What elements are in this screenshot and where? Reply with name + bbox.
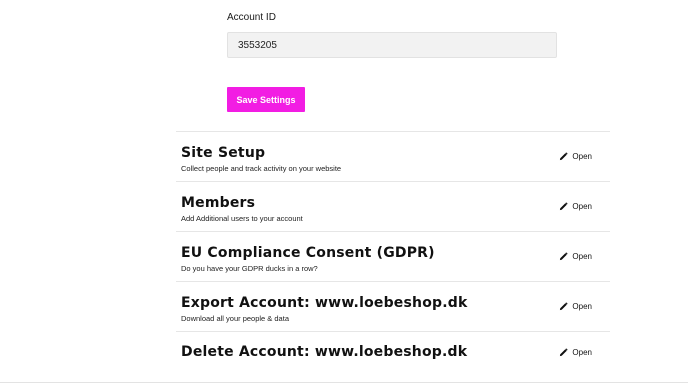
save-settings-button[interactable]: Save Settings bbox=[227, 87, 305, 112]
pencil-icon bbox=[560, 152, 569, 161]
pencil-icon bbox=[560, 202, 569, 211]
open-delete-button[interactable]: Open bbox=[559, 348, 592, 357]
pencil-icon bbox=[560, 302, 569, 311]
pencil-icon bbox=[560, 348, 569, 357]
open-members-button[interactable]: Open bbox=[559, 202, 592, 211]
section-description: Collect people and track activity on you… bbox=[181, 164, 342, 173]
footer-divider bbox=[0, 382, 688, 383]
section-export-account[interactable]: Export Account: www.loebeshop.dk Downloa… bbox=[176, 281, 610, 331]
pencil-icon bbox=[560, 252, 569, 261]
section-description: Do you have your GDPR ducks in a row? bbox=[181, 264, 318, 273]
section-description: Add Additional users to your account bbox=[181, 214, 303, 223]
account-id-input[interactable] bbox=[227, 32, 557, 58]
open-gdpr-button[interactable]: Open bbox=[559, 252, 592, 261]
account-id-label: Account ID bbox=[227, 12, 276, 23]
section-description: Download all your people & data bbox=[181, 314, 289, 323]
section-title: Export Account: www.loebeshop.dk bbox=[181, 295, 468, 311]
open-export-button[interactable]: Open bbox=[559, 302, 592, 311]
open-label: Open bbox=[572, 202, 592, 211]
section-title: EU Compliance Consent (GDPR) bbox=[181, 245, 435, 261]
section-delete-account[interactable]: Delete Account: www.loebeshop.dk Open bbox=[176, 331, 610, 381]
open-label: Open bbox=[572, 152, 592, 161]
section-members[interactable]: Members Add Additional users to your acc… bbox=[176, 181, 610, 231]
open-label: Open bbox=[572, 348, 592, 357]
settings-sections-list: Site Setup Collect people and track acti… bbox=[176, 131, 610, 381]
open-label: Open bbox=[572, 302, 592, 311]
section-site-setup[interactable]: Site Setup Collect people and track acti… bbox=[176, 131, 610, 181]
account-settings-form: Account ID bbox=[227, 12, 557, 58]
open-label: Open bbox=[572, 252, 592, 261]
section-title: Delete Account: www.loebeshop.dk bbox=[181, 344, 468, 360]
section-title: Members bbox=[181, 195, 256, 211]
section-gdpr[interactable]: EU Compliance Consent (GDPR) Do you have… bbox=[176, 231, 610, 281]
open-site-setup-button[interactable]: Open bbox=[559, 152, 592, 161]
section-title: Site Setup bbox=[181, 145, 266, 161]
